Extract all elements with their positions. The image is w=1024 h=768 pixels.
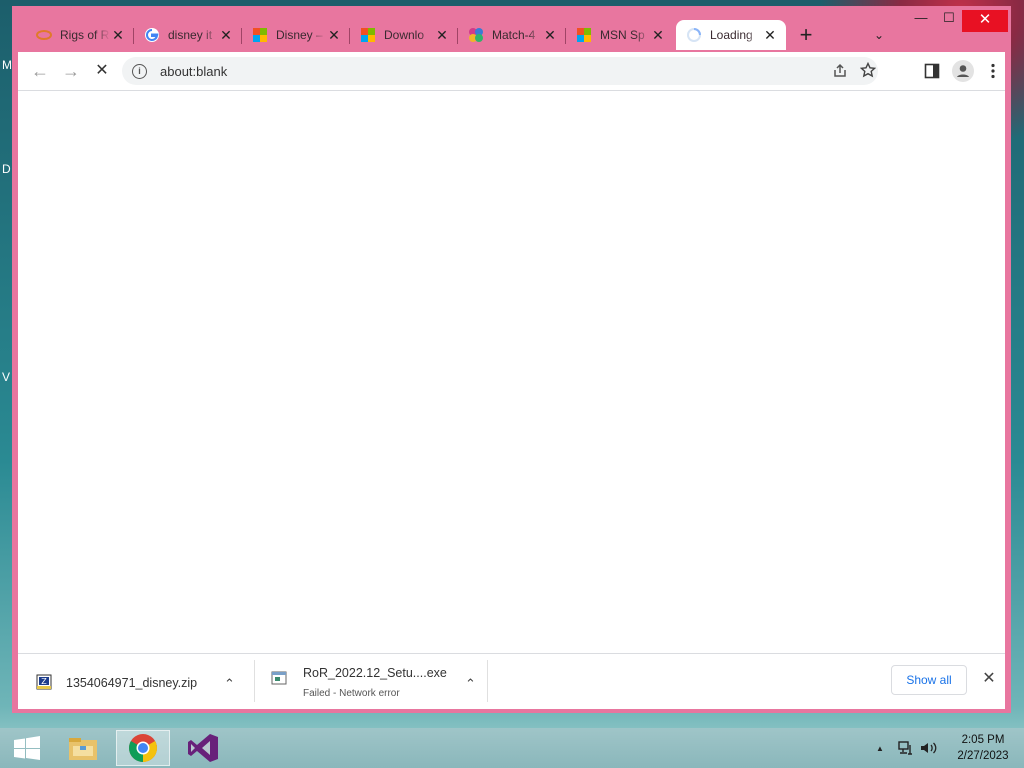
chevron-up-icon[interactable]: ⌃ bbox=[224, 676, 235, 692]
msn-favicon bbox=[252, 27, 268, 43]
match-game-favicon bbox=[468, 27, 484, 43]
windows-start-icon[interactable] bbox=[0, 730, 54, 766]
tab-rigs-of-rods[interactable]: Rigs of R ✕ bbox=[26, 20, 134, 50]
tab-match-4[interactable]: Match-4 ✕ bbox=[458, 20, 566, 50]
tab-title: MSN Sp bbox=[600, 28, 645, 42]
clock[interactable]: 2:05 PM 2/27/2023 bbox=[948, 732, 1018, 764]
svg-text:Z: Z bbox=[41, 677, 47, 686]
download-item-failed[interactable]: RoR_2022.12_Setu....exe Failed - Network… bbox=[255, 662, 487, 704]
show-hidden-icons-arrow[interactable]: ▲ bbox=[876, 744, 884, 753]
tab-title: Rigs of R bbox=[60, 28, 110, 42]
tab-close-icon[interactable]: ✕ bbox=[434, 27, 450, 44]
visual-studio-icon[interactable] bbox=[176, 730, 230, 766]
menu-kebab-icon[interactable] bbox=[990, 63, 996, 79]
download-filename: 1354064971_disney.zip bbox=[66, 676, 198, 690]
zip-file-icon: Z bbox=[36, 674, 52, 690]
tab-disney[interactable]: Disney – ✕ bbox=[242, 20, 350, 50]
tab-download[interactable]: Downlo ✕ bbox=[350, 20, 458, 50]
tab-search-chevron-icon[interactable]: ⌄ bbox=[874, 28, 884, 42]
exe-file-icon bbox=[271, 671, 287, 685]
tab-loading-active[interactable]: Loading ✕ bbox=[676, 20, 786, 50]
taskbar: ▲ 2:05 PM 2/27/2023 bbox=[0, 728, 1024, 768]
show-all-button[interactable]: Show all bbox=[891, 665, 967, 695]
browser-toolbar: ← → ✕ i about:blank bbox=[18, 52, 1005, 90]
bookmark-star-icon[interactable] bbox=[860, 62, 876, 78]
tab-close-icon[interactable]: ✕ bbox=[110, 27, 126, 44]
info-icon[interactable]: i bbox=[132, 64, 147, 79]
tab-msn-sports[interactable]: MSN Sp ✕ bbox=[566, 20, 674, 50]
page-content-blank[interactable] bbox=[18, 91, 1005, 653]
volume-icon[interactable] bbox=[920, 741, 938, 755]
download-separator bbox=[487, 660, 488, 702]
url-text[interactable]: about:blank bbox=[160, 64, 227, 79]
minimize-button[interactable]: — bbox=[906, 10, 936, 32]
tab-close-icon[interactable]: ✕ bbox=[326, 27, 342, 44]
tab-close-icon[interactable]: ✕ bbox=[650, 27, 666, 44]
tab-close-icon[interactable]: ✕ bbox=[218, 27, 234, 44]
title-bar[interactable]: Rigs of R ✕ disney it ✕ Disney – ✕ Downl… bbox=[12, 6, 1011, 52]
tab-close-icon[interactable]: ✕ bbox=[762, 27, 778, 44]
close-download-shelf-icon[interactable]: ✕ bbox=[978, 668, 1000, 688]
tab-title: Downlo bbox=[384, 28, 425, 42]
tab-title: disney it bbox=[168, 28, 213, 42]
loading-spinner-icon bbox=[686, 27, 702, 43]
new-tab-button[interactable]: + bbox=[794, 24, 818, 48]
download-status: Failed - Network error bbox=[303, 688, 400, 699]
share-icon[interactable] bbox=[832, 63, 848, 79]
desktop-icon-label[interactable]: M bbox=[2, 58, 12, 72]
clock-date: 2/27/2023 bbox=[957, 750, 1009, 762]
file-explorer-icon[interactable] bbox=[56, 730, 110, 766]
desktop-icon-label[interactable]: V bbox=[2, 370, 10, 384]
download-shelf: Z 1354064971_disney.zip ⌃ RoR_2022.12_Se… bbox=[18, 653, 1005, 709]
network-icon[interactable] bbox=[898, 741, 914, 755]
maximize-button[interactable]: ☐ bbox=[934, 10, 964, 32]
chevron-up-icon[interactable]: ⌃ bbox=[465, 676, 476, 692]
google-favicon bbox=[144, 27, 160, 43]
chrome-taskbar-icon[interactable] bbox=[116, 730, 170, 766]
forward-arrow-icon[interactable]: → bbox=[60, 60, 82, 82]
tab-title: Loading bbox=[710, 28, 753, 42]
rigs-of-rods-favicon bbox=[36, 27, 52, 43]
msn-favicon bbox=[576, 27, 592, 43]
msn-favicon bbox=[360, 27, 376, 43]
download-item[interactable]: Z 1354064971_disney.zip ⌃ bbox=[18, 662, 254, 704]
profile-avatar-icon[interactable] bbox=[952, 60, 974, 82]
side-panel-icon[interactable] bbox=[924, 63, 940, 79]
window-close-button[interactable]: ✕ bbox=[962, 10, 1008, 32]
tab-title: Match-4 bbox=[492, 28, 536, 42]
desktop-icon-label[interactable]: D bbox=[2, 162, 11, 176]
clock-time: 2:05 PM bbox=[961, 734, 1005, 746]
chrome-window: Rigs of R ✕ disney it ✕ Disney – ✕ Downl… bbox=[12, 6, 1011, 713]
tab-close-icon[interactable]: ✕ bbox=[542, 27, 558, 44]
stop-loading-icon[interactable]: ✕ bbox=[91, 60, 113, 82]
download-filename: RoR_2022.12_Setu....exe bbox=[303, 666, 447, 680]
tab-google-search[interactable]: disney it ✕ bbox=[134, 20, 242, 50]
back-arrow-icon[interactable]: ← bbox=[29, 60, 51, 82]
tab-title: Disney – bbox=[276, 28, 323, 42]
address-bar[interactable]: i about:blank bbox=[122, 57, 878, 85]
